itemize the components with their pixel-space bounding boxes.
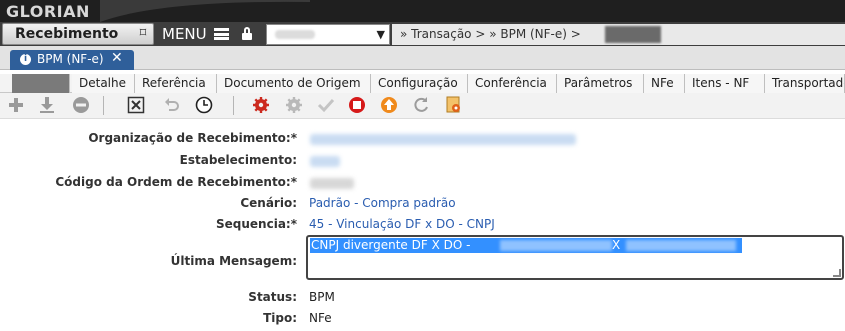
- tab-referencia[interactable]: Referência: [135, 74, 217, 93]
- redacted-cnpj-1: [500, 240, 612, 251]
- sequencia-value[interactable]: 45 - Vinculação DF x DO - CNPJ: [309, 217, 495, 231]
- document-tab-bpm[interactable]: i BPM (NF-e) ✕: [10, 50, 134, 70]
- tab-configuracao[interactable]: Configuração: [371, 74, 468, 93]
- clock-icon[interactable]: [195, 96, 213, 114]
- tab-detalhe[interactable]: Detalhe: [72, 74, 135, 93]
- gear-gray-icon[interactable]: [285, 96, 303, 114]
- estabelecimento-label: Estabelecimento:: [179, 153, 297, 167]
- cancel-icon[interactable]: [127, 96, 145, 114]
- logo-swoosh-decoration: [100, 0, 310, 22]
- info-icon: i: [20, 54, 31, 65]
- status-value: BPM: [309, 290, 335, 304]
- module-label: Recebimento: [15, 26, 119, 42]
- top-bar: GLORIAN: [0, 0, 845, 22]
- tab-parametros[interactable]: Parâmetros: [557, 74, 644, 93]
- tab-documento-de-origem[interactable]: Documento de Origem: [217, 74, 371, 93]
- redacted-cnpj-2: [626, 240, 736, 251]
- pin-icon[interactable]: ⌑: [136, 27, 150, 41]
- close-icon[interactable]: ✕: [111, 50, 123, 66]
- download-icon[interactable]: [38, 96, 56, 114]
- undo-icon[interactable]: [163, 96, 181, 114]
- sequencia-label: Sequencia:*: [216, 217, 297, 231]
- redacted-estab-value: [310, 156, 340, 167]
- chevron-down-icon: ▼: [376, 28, 385, 41]
- up-arrow-icon[interactable]: [380, 96, 398, 114]
- breadcrumb-text[interactable]: » Transação > » BPM (NF-e) >: [400, 27, 581, 41]
- menu-button[interactable]: MENU: [158, 24, 234, 45]
- tipo-label: Tipo:: [263, 311, 297, 325]
- breadcrumb: » Transação > » BPM (NF-e) >: [392, 24, 845, 45]
- redacted-value: [275, 30, 315, 39]
- tab-main[interactable]: [12, 74, 70, 93]
- lock-icon[interactable]: [242, 27, 252, 41]
- stop-icon[interactable]: [348, 96, 366, 114]
- toolbar-separator: [233, 96, 234, 115]
- redacted-codigo-value: [310, 178, 354, 189]
- gear-red-icon[interactable]: [252, 96, 270, 114]
- mensagem-separator: X: [612, 238, 621, 252]
- toolbar-separator: [103, 96, 104, 115]
- tab-nfe[interactable]: NFe: [644, 74, 685, 93]
- organization-select[interactable]: ▼: [266, 24, 390, 45]
- codigo-ordem-label: Código da Ordem de Recebimento:*: [55, 175, 297, 189]
- tab-conferencia[interactable]: Conferência: [468, 74, 557, 93]
- redacted-org-value: [310, 134, 576, 145]
- menu-label: MENU: [162, 25, 207, 43]
- refresh-icon[interactable]: [412, 96, 430, 114]
- org-recebimento-label: Organização de Recebimento:*: [88, 131, 297, 145]
- cenario-value[interactable]: Padrão - Compra padrão: [309, 196, 456, 210]
- module-selector[interactable]: Recebimento ⌑: [2, 23, 154, 45]
- redacted-breadcrumb: [605, 26, 661, 43]
- remove-icon[interactable]: [72, 96, 90, 114]
- document-tab-label: BPM (NF-e): [37, 52, 104, 66]
- mensagem-text: CNPJ divergente DF X DO -: [311, 238, 471, 252]
- settings-doc-icon[interactable]: [445, 96, 463, 114]
- ultima-mensagem-label: Última Mensagem:: [170, 254, 297, 268]
- tab-transportador[interactable]: Transportador: [765, 74, 845, 93]
- ultima-mensagem-textarea[interactable]: CNPJ divergente DF X DO - X: [306, 235, 844, 280]
- tab-itens-nf[interactable]: Itens - NF: [685, 74, 765, 93]
- cenario-label: Cenário:: [240, 196, 297, 210]
- resize-handle-icon[interactable]: [833, 269, 841, 277]
- add-icon[interactable]: [7, 96, 25, 114]
- check-icon[interactable]: [317, 96, 335, 114]
- status-label: Status:: [248, 290, 297, 304]
- logo: GLORIAN: [6, 2, 90, 21]
- tipo-value: NFe: [309, 311, 332, 325]
- hamburger-icon: [214, 28, 229, 40]
